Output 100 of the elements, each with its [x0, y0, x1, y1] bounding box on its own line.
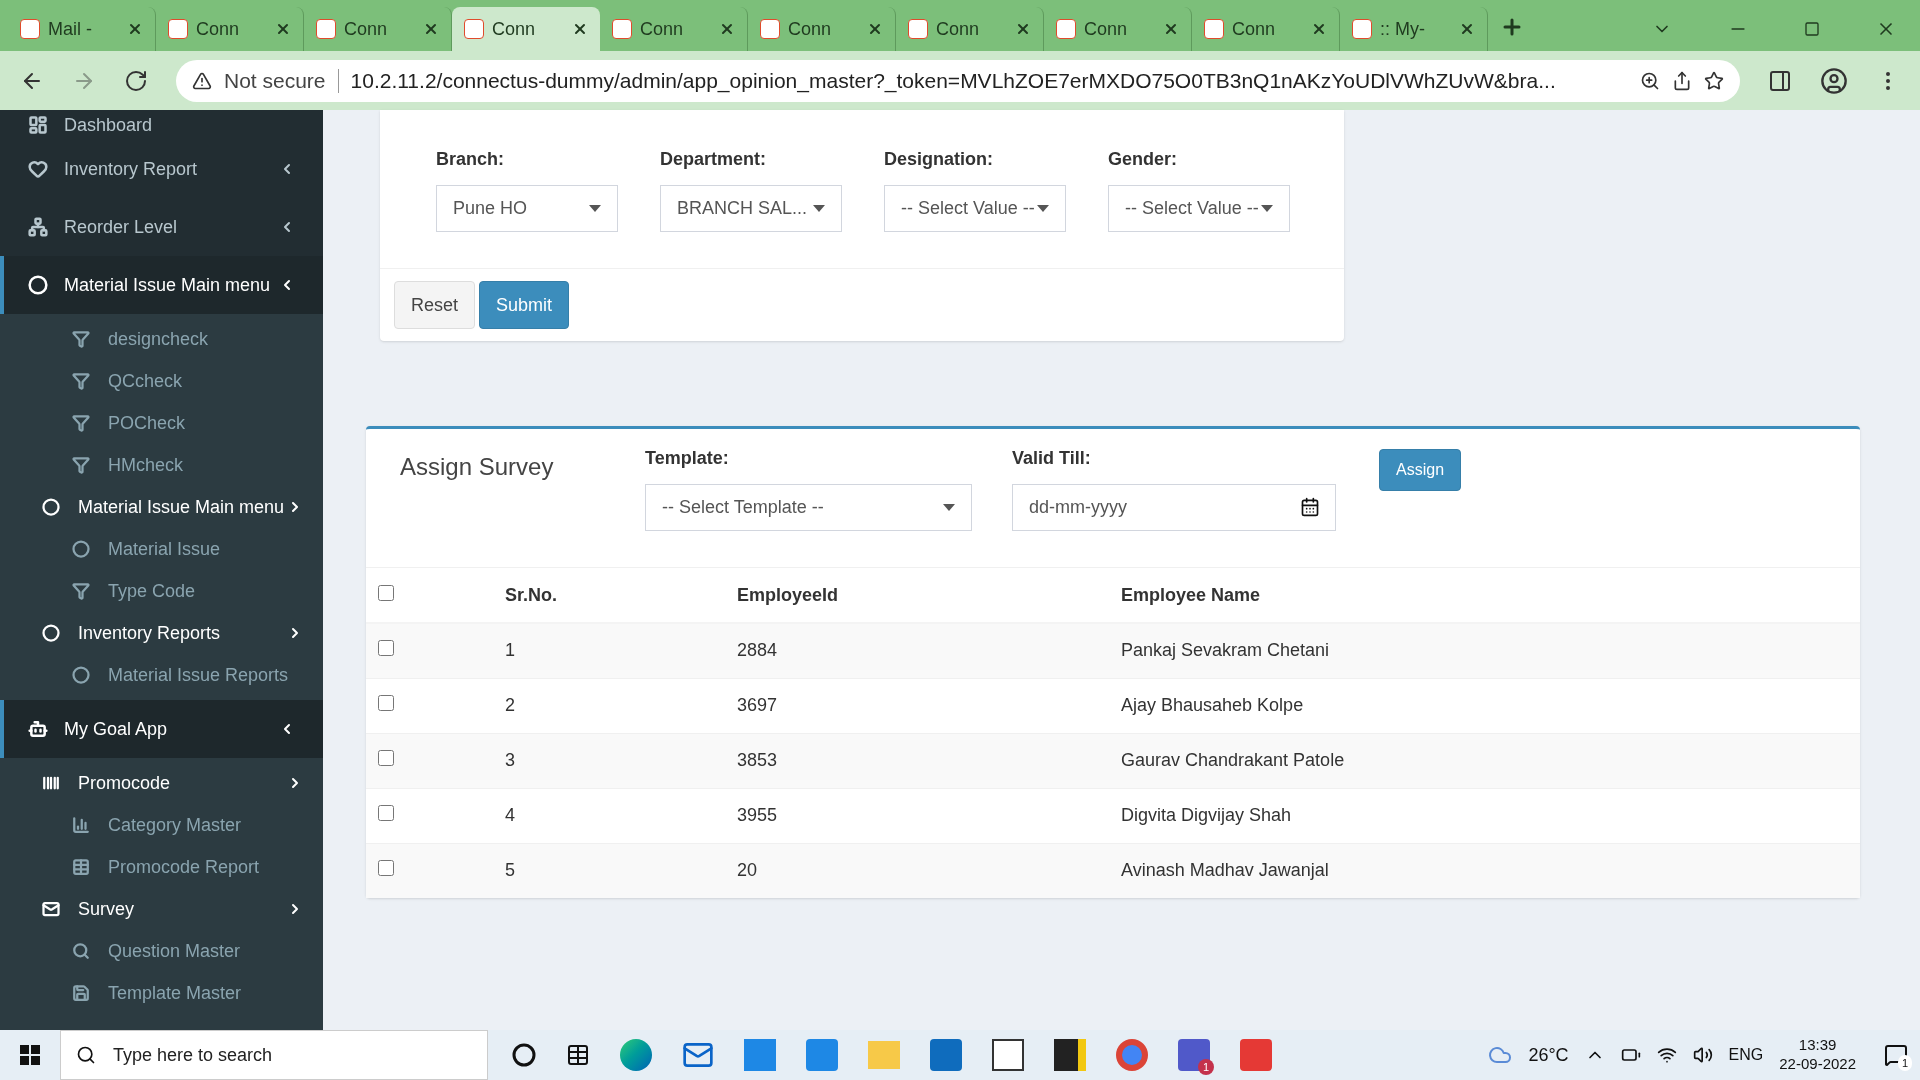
dropdown-arrow-icon: [1037, 205, 1049, 212]
assign-button[interactable]: Assign: [1379, 449, 1462, 491]
zoom-icon[interactable]: [1640, 70, 1660, 91]
tab-favicon-icon: [1056, 19, 1076, 39]
row-checkbox[interactable]: [378, 640, 394, 657]
tab-favicon-icon: [1352, 19, 1372, 39]
sidebar-item[interactable]: designcheck: [0, 318, 323, 360]
tab-favicon-icon: [464, 19, 484, 39]
notification-badge: 1: [1198, 1059, 1214, 1075]
sidebar-item[interactable]: My Goal App: [0, 700, 323, 758]
select-field[interactable]: BRANCH SAL...: [660, 185, 842, 232]
circle-icon: [42, 624, 60, 642]
sidebar-item[interactable]: POCheck: [0, 402, 323, 444]
close-icon[interactable]: [719, 21, 735, 37]
circle-icon: [42, 498, 60, 516]
dropdown-arrow-icon: [943, 504, 955, 511]
sidebar-item[interactable]: Material Issue: [0, 528, 323, 570]
select-all-checkbox[interactable]: [378, 584, 394, 601]
wifi-icon[interactable]: [1656, 1045, 1677, 1065]
close-icon[interactable]: [572, 21, 588, 37]
table-cell: 20: [725, 843, 1109, 898]
bookmark-star-icon[interactable]: [1704, 70, 1724, 91]
select-field[interactable]: -- Select Value --: [884, 185, 1066, 232]
clock-date[interactable]: 22-09-2022: [1779, 1055, 1856, 1074]
close-icon[interactable]: [1163, 21, 1179, 37]
table-cell: Gaurav Chandrakant Patole: [1109, 733, 1860, 788]
table-cell: 5: [493, 843, 725, 898]
table-cell: 3955: [725, 788, 1109, 843]
tab-favicon-icon: [316, 19, 336, 39]
calendar-icon[interactable]: [1300, 497, 1320, 517]
close-icon[interactable]: [867, 21, 883, 37]
security-label: Not secure: [224, 67, 326, 94]
tab-favicon-icon: [1204, 19, 1224, 39]
field-label: Branch:: [436, 148, 505, 171]
address-bar[interactable]: Not secure 10.2.11.2/connectus-dummy/admin/app_opinion_master?_token=MVLhZOE7erMXDO75O0TB3nQ1nAKzYoUDlVWhZUvW&bra...: [176, 59, 1740, 102]
close-icon[interactable]: [1015, 21, 1031, 37]
table-cell: 3697: [725, 678, 1109, 733]
sidebar-item[interactable]: Category Master: [0, 804, 323, 846]
sidebar-item[interactable]: Inventory Reports: [0, 612, 323, 654]
close-icon[interactable]: [275, 21, 291, 37]
close-icon[interactable]: [127, 21, 143, 37]
field-label: Designation:: [884, 148, 994, 171]
tab-favicon-icon: [168, 19, 188, 39]
search-icon: [76, 1045, 96, 1065]
table-cell: 2884: [725, 623, 1109, 678]
volume-icon[interactable]: [1692, 1045, 1713, 1065]
row-checkbox[interactable]: [378, 750, 394, 766]
sidebar-item[interactable]: Material Issue Reports: [0, 654, 323, 696]
restore-icon[interactable]: [1804, 21, 1820, 37]
reset-button[interactable]: Reset: [394, 281, 476, 329]
task-view-icon[interactable]: [566, 1043, 590, 1067]
table-cell: Pankaj Sevakram Chetani: [1109, 623, 1860, 678]
sidebar-item[interactable]: Inventory Report: [0, 140, 323, 198]
taskbar-search-field[interactable]: Type here to search: [60, 1030, 488, 1080]
tab-favicon-icon: [612, 19, 632, 39]
sidebar-item[interactable]: Question Master: [0, 930, 323, 972]
side-panel-icon[interactable]: [1768, 68, 1792, 93]
temperature[interactable]: 26°C: [1528, 1041, 1569, 1069]
sidebar-item[interactable]: HMcheck: [0, 444, 323, 486]
sidebar-item[interactable]: Survey: [0, 888, 323, 930]
sidebar-item[interactable]: Material Issue Main menu: [0, 256, 323, 314]
row-checkbox[interactable]: [378, 860, 394, 877]
url-text: 10.2.11.2/connectus-dummy/admin/app_opinion_master?_token=MVLhZOE7erMXDO75O0TB3nQ1nAKzYoUDlVWhZUvW&bra...: [350, 67, 1557, 95]
column-header: Employee Name: [1109, 568, 1860, 623]
profile-icon[interactable]: [1820, 66, 1848, 95]
share-icon[interactable]: [1672, 70, 1692, 91]
language-indicator[interactable]: ENG: [1728, 1043, 1764, 1067]
close-icon[interactable]: [1311, 21, 1327, 37]
close-icon[interactable]: [1459, 21, 1475, 37]
sidebar-item[interactable]: Type Code: [0, 570, 323, 612]
tab-favicon-icon: [760, 19, 780, 39]
field-label: Template:: [645, 447, 730, 470]
table-cell: Digvita Digvijay Shah: [1109, 788, 1860, 843]
table-cell: 4: [493, 788, 725, 843]
sidebar-item[interactable]: Template Master: [0, 972, 323, 1014]
sidebar-item[interactable]: Promocode: [0, 762, 323, 804]
date-field[interactable]: dd-mm-yyyy: [1012, 484, 1336, 531]
sidebar-item[interactable]: Material Issue Main menu: [0, 486, 323, 528]
table-cell: Ajay Bhausaheb Kolpe: [1109, 678, 1860, 733]
reload-icon[interactable]: [124, 68, 148, 93]
sidebar-item[interactable]: QCcheck: [0, 360, 323, 402]
sidebar-item[interactable]: Reorder Level: [0, 198, 323, 256]
cortana-icon[interactable]: [512, 1043, 536, 1067]
close-icon[interactable]: [423, 21, 439, 37]
row-checkbox[interactable]: [378, 805, 394, 821]
dropdown-arrow-icon: [1261, 205, 1273, 212]
select-field[interactable]: Pune HO: [436, 185, 618, 232]
clock-time[interactable]: 13:39: [1798, 1036, 1837, 1055]
select-field[interactable]: -- Select Value --: [1108, 185, 1290, 232]
row-checkbox[interactable]: [378, 695, 394, 711]
sidebar-item[interactable]: Dashboard: [0, 110, 323, 140]
submit-button[interactable]: Submit: [479, 281, 570, 329]
column-header: Sr.No.: [493, 568, 725, 623]
tab-favicon-icon: [908, 19, 928, 39]
field-label: Valid Till:: [1012, 447, 1092, 470]
table-cell: 3: [493, 733, 725, 788]
sidebar-item[interactable]: Promocode Report: [0, 846, 323, 888]
browser-tab[interactable]: Conn: [452, 7, 600, 51]
select-field[interactable]: -- Select Template --: [645, 484, 972, 531]
card-title: Assign Survey: [400, 452, 555, 482]
